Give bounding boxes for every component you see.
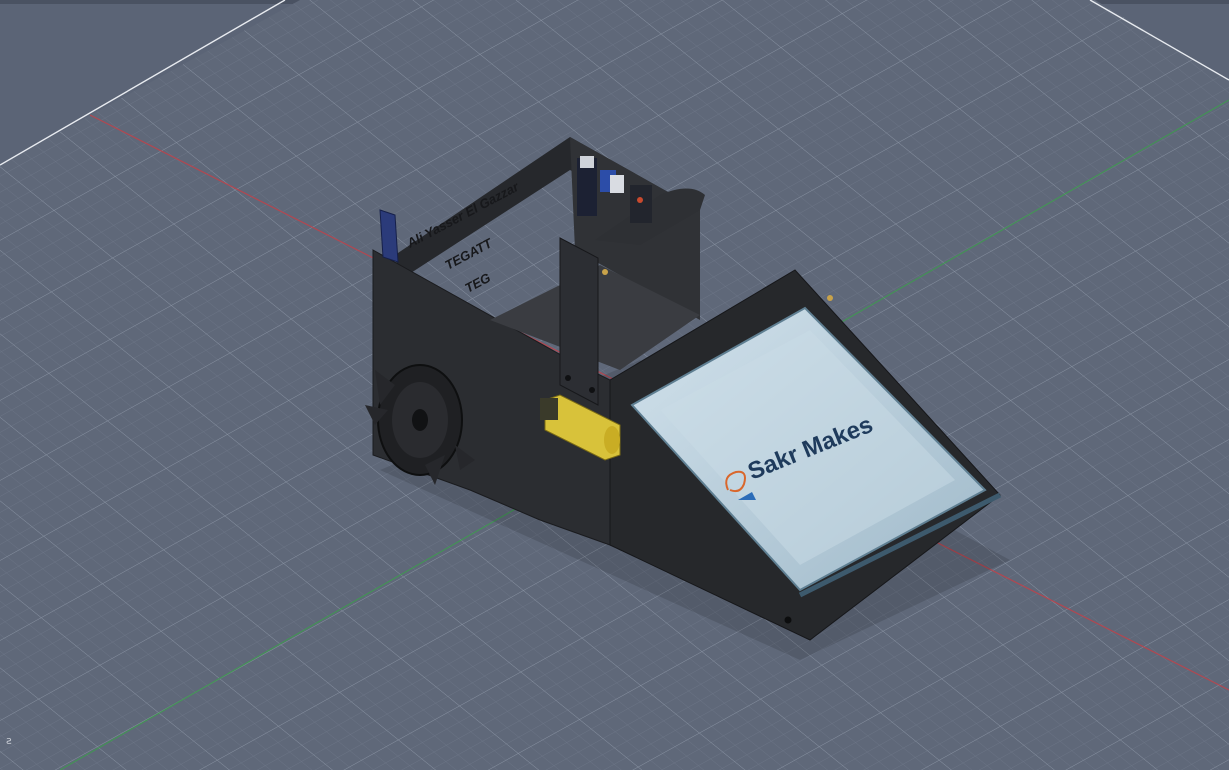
blue-card [379,209,399,263]
hole-front [784,616,792,624]
pin-back [602,269,608,275]
pin-top [827,295,833,301]
viewcube-corner-indicator: ƨ [6,734,12,747]
motor-bracket [559,237,599,406]
cad-viewport[interactable]: Ali Yasser El Gazzar TEGATT TEG Sakr Mak… [0,0,1229,770]
3d-scene[interactable]: Ali Yasser El Gazzar TEGATT TEG Sakr Mak… [0,0,1229,770]
